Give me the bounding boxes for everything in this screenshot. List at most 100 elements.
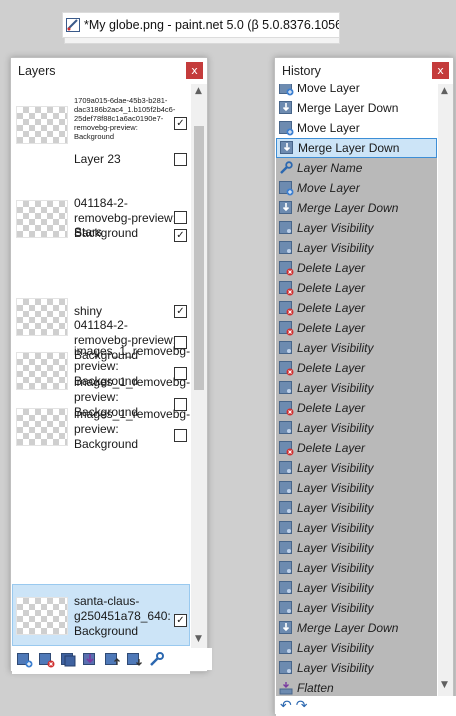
layers-list[interactable]: 1709a015-6dae-45b3-b281-dac3186b2ac4_1.b… bbox=[12, 84, 190, 674]
merge-layer-icon bbox=[278, 620, 294, 636]
history-item[interactable]: Move Layer bbox=[276, 84, 437, 98]
history-item[interactable]: Delete Layer bbox=[276, 278, 437, 298]
history-close-button[interactable]: x bbox=[432, 62, 449, 79]
history-scrollbar[interactable]: ▲ ▼ bbox=[438, 84, 453, 696]
history-item[interactable]: Delete Layer bbox=[276, 298, 437, 318]
layer-name: Layer 23 bbox=[74, 152, 121, 166]
history-panel-header: History x bbox=[275, 58, 453, 84]
history-item[interactable]: Flatten bbox=[276, 678, 437, 696]
visibility-layer-icon bbox=[278, 520, 294, 536]
visibility-layer-icon bbox=[278, 640, 294, 656]
history-item[interactable]: Merge Layer Down bbox=[276, 198, 437, 218]
layer-visibility-checkbox[interactable]: ✓ bbox=[174, 614, 187, 627]
history-item[interactable]: Move Layer bbox=[276, 178, 437, 198]
history-panel: History x Move Layer Merge Layer Down Move… bbox=[274, 57, 456, 716]
layer-visibility-checkbox[interactable] bbox=[174, 211, 187, 224]
history-item[interactable]: Layer Visibility bbox=[276, 538, 437, 558]
history-list[interactable]: Move Layer Merge Layer Down Move Layer Merg… bbox=[276, 84, 437, 696]
history-item[interactable]: Merge Layer Down bbox=[276, 98, 437, 118]
history-item[interactable]: Layer Visibility bbox=[276, 578, 437, 598]
delete-layer-icon bbox=[278, 300, 294, 316]
history-item-label: Merge Layer Down bbox=[297, 201, 399, 215]
layers-scrollbar[interactable]: ▲ ▼ bbox=[191, 84, 207, 648]
move-layer-down-icon[interactable] bbox=[126, 651, 143, 668]
history-item[interactable]: Layer Visibility bbox=[276, 658, 437, 678]
scroll-up-arrow-icon[interactable]: ▲ bbox=[441, 86, 448, 96]
add-layer-icon[interactable] bbox=[16, 651, 33, 668]
history-item[interactable]: Merge Layer Down bbox=[276, 618, 437, 638]
history-item[interactable]: Layer Visibility bbox=[276, 338, 437, 358]
layers-scrollbar-thumb[interactable] bbox=[194, 126, 204, 390]
history-item-label: Delete Layer bbox=[297, 321, 366, 335]
history-item[interactable]: Layer Visibility bbox=[276, 558, 437, 578]
scroll-down-arrow-icon[interactable]: ▼ bbox=[195, 634, 202, 644]
layer-name: shiny bbox=[74, 304, 103, 318]
duplicate-layer-icon[interactable] bbox=[60, 651, 77, 668]
history-item-label: Layer Visibility bbox=[297, 501, 374, 515]
delete-layer-icon bbox=[278, 260, 294, 276]
history-item[interactable]: Delete Layer bbox=[276, 258, 437, 278]
visibility-layer-icon bbox=[278, 500, 294, 516]
history-item[interactable]: Delete Layer bbox=[276, 358, 437, 378]
visibility-layer-icon bbox=[278, 340, 294, 356]
history-item-label: Layer Visibility bbox=[297, 521, 374, 535]
history-panel-title: History bbox=[282, 64, 321, 78]
visibility-layer-icon bbox=[278, 600, 294, 616]
layers-panel: Layers x 1709a015-6dae-45b3-b281-dac3186… bbox=[10, 57, 212, 674]
history-item-label: Move Layer bbox=[297, 181, 360, 195]
history-item[interactable]: Layer Visibility bbox=[276, 598, 437, 618]
layer-visibility-checkbox[interactable] bbox=[174, 153, 187, 166]
move-layer-icon bbox=[278, 180, 294, 196]
layers-panel-header: Layers x bbox=[11, 58, 207, 84]
history-item[interactable]: Move Layer bbox=[276, 118, 437, 138]
history-item-label: Move Layer bbox=[297, 121, 360, 135]
history-item[interactable]: Layer Visibility bbox=[276, 458, 437, 478]
move-layer-up-icon[interactable] bbox=[104, 651, 121, 668]
history-item-label: Merge Layer Down bbox=[298, 141, 400, 155]
layer-properties-icon[interactable] bbox=[148, 651, 165, 668]
merge-layer-down-icon[interactable] bbox=[82, 651, 99, 668]
visibility-layer-icon bbox=[278, 460, 294, 476]
history-item-label: Layer Visibility bbox=[297, 341, 374, 355]
layers-close-button[interactable]: x bbox=[186, 62, 203, 79]
layer-thumbnail bbox=[16, 408, 68, 446]
history-item-label: Layer Visibility bbox=[297, 661, 374, 675]
history-item[interactable]: Layer Name bbox=[276, 158, 437, 178]
history-item-label: Merge Layer Down bbox=[297, 621, 399, 635]
scroll-up-arrow-icon[interactable]: ▲ bbox=[195, 86, 202, 96]
history-item-label: Merge Layer Down bbox=[297, 101, 399, 115]
history-item[interactable]: Layer Visibility bbox=[276, 218, 437, 238]
layer-visibility-checkbox[interactable]: ✓ bbox=[174, 117, 187, 130]
visibility-layer-icon bbox=[278, 220, 294, 236]
visibility-layer-icon bbox=[278, 560, 294, 576]
history-item[interactable]: Layer Visibility bbox=[276, 378, 437, 398]
history-item[interactable]: Delete Layer bbox=[276, 398, 437, 418]
merge-layer-icon bbox=[279, 140, 295, 156]
history-item[interactable]: Layer Visibility bbox=[276, 418, 437, 438]
layer-visibility-checkbox[interactable]: ✓ bbox=[174, 229, 187, 242]
history-item[interactable]: Delete Layer bbox=[276, 318, 437, 338]
history-item-label: Layer Visibility bbox=[297, 461, 374, 475]
history-item[interactable]: Layer Visibility bbox=[276, 478, 437, 498]
visibility-layer-icon bbox=[278, 540, 294, 556]
undo-icon[interactable]: ↶ bbox=[280, 698, 292, 714]
window-title-bar: *My globe.png - paint.net 5.0 (β 5.0.837… bbox=[62, 12, 340, 38]
visibility-layer-icon bbox=[278, 420, 294, 436]
delete-layer-icon bbox=[278, 400, 294, 416]
delete-layer-icon[interactable] bbox=[38, 651, 55, 668]
history-item[interactable]: Delete Layer bbox=[276, 438, 437, 458]
history-item[interactable]: Layer Visibility bbox=[276, 238, 437, 258]
history-item-label: Layer Visibility bbox=[297, 561, 374, 575]
history-item[interactable]: Merge Layer Down bbox=[276, 138, 437, 158]
history-item[interactable]: Layer Visibility bbox=[276, 518, 437, 538]
redo-icon[interactable]: ↷ bbox=[296, 698, 308, 714]
move-layer-icon bbox=[278, 120, 294, 136]
history-item[interactable]: Layer Visibility bbox=[276, 638, 437, 658]
history-toolbar: ↶ ↷ bbox=[276, 696, 456, 716]
history-item[interactable]: Layer Visibility bbox=[276, 498, 437, 518]
history-item-label: Layer Name bbox=[297, 161, 363, 175]
layer-visibility-checkbox[interactable] bbox=[174, 429, 187, 442]
visibility-layer-icon bbox=[278, 660, 294, 676]
layer-visibility-checkbox[interactable]: ✓ bbox=[174, 305, 187, 318]
scroll-down-arrow-icon[interactable]: ▼ bbox=[441, 680, 448, 690]
